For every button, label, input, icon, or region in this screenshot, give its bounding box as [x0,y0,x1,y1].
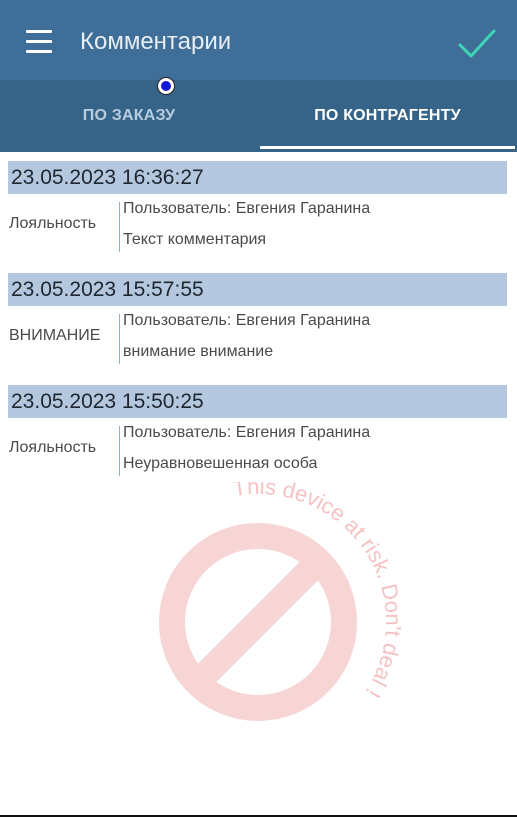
comment-type: ВНИМАНИЕ [9,327,101,344]
comment-divider [119,314,120,364]
hamburger-menu-icon[interactable] [26,28,54,58]
tab-by-counterparty-label: ПО КОНТРАГЕНТУ [314,107,461,124]
tab-by-order[interactable]: ПО ЗАКАЗУ [0,80,258,152]
comment-text: Текст комментария [123,231,267,248]
comment-date: 23.05.2023 15:50:25 [8,385,507,418]
comment-divider [119,202,120,252]
tab-bar: ПО ЗАКАЗУ ПО КОНТРАГЕНТУ [0,80,517,152]
comment-item[interactable]: 23.05.2023 15:57:55 ВНИМАНИЕ Пользовател… [0,264,517,376]
menu-line [26,50,52,53]
checkmark-icon[interactable] [457,26,497,62]
comment-date: 23.05.2023 15:57:55 [8,273,507,306]
active-tab-indicator [260,146,515,149]
comment-type: Лояльность [9,439,97,456]
prohibited-sign-icon [159,523,357,721]
tab-by-counterparty[interactable]: ПО КОНТРАГЕНТУ [258,80,517,152]
comment-text: внимание внимание [123,343,274,360]
comment-user: Пользователь: Евгения Гаранина [123,200,371,217]
tab-by-order-label: ПО ЗАКАЗУ [82,107,176,124]
page-title: Комментарии [80,28,232,55]
comments-list: 23.05.2023 16:36:27 Лояльность Пользоват… [0,152,517,488]
touch-indicator [158,78,174,94]
comment-user: Пользователь: Евгения Гаранина [123,312,371,329]
comment-type: Лояльность [9,215,97,232]
comment-text: Неуравновешенная особа [123,455,318,472]
menu-line [26,30,52,33]
comment-item[interactable]: 23.05.2023 15:50:25 Лояльность Пользоват… [0,376,517,488]
app-bar: Комментарии [0,0,517,80]
comment-item[interactable]: 23.05.2023 16:36:27 Лояльность Пользоват… [0,152,517,264]
menu-line [26,40,52,43]
comment-divider [119,426,120,476]
watermark-text: This device at risk. Don't deal ! [231,482,406,703]
comment-user: Пользователь: Евгения Гаранина [123,424,371,441]
comment-date: 23.05.2023 16:36:27 [8,161,507,194]
risk-watermark: This device at risk. Don't deal ! [159,482,406,721]
